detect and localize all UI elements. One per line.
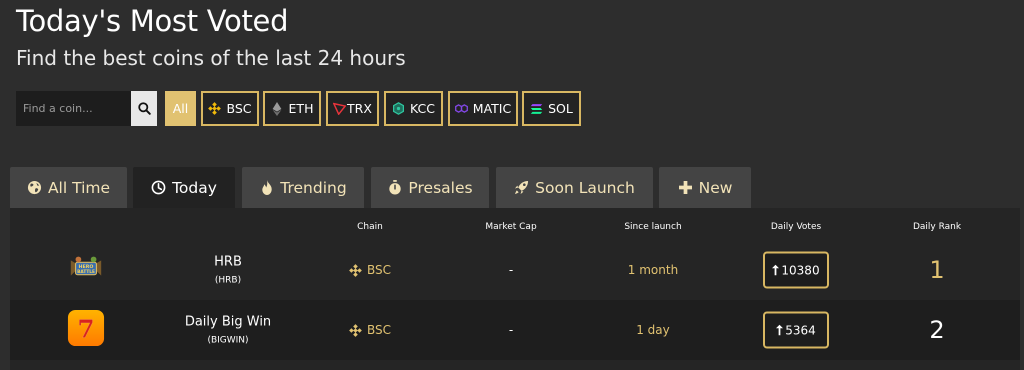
svg-text:BATTLE: BATTLE: [77, 269, 95, 275]
chain-label: BSC: [366, 263, 392, 277]
tab-label: Trending: [280, 178, 347, 197]
vote-count: 10380: [781, 263, 820, 277]
tab-today[interactable]: Today: [133, 167, 235, 208]
chain-label: TRX: [347, 101, 372, 116]
kcc-icon: [392, 102, 405, 115]
tab-presales[interactable]: Presales: [371, 167, 489, 208]
column-header-daily-votes: Daily Votes: [770, 222, 822, 232]
vote-count: 5364: [785, 323, 816, 337]
fire-icon: [259, 180, 274, 195]
coin-name[interactable]: HRB: [214, 255, 242, 270]
tab-new[interactable]: New: [659, 167, 751, 208]
table-row[interactable]: HERO BATTLE HRB (HRB) BSC - 1 month 1038…: [10, 240, 1020, 300]
chain-label: ETH: [288, 101, 314, 116]
arrow-up-icon: [772, 264, 780, 276]
bnb-icon: [349, 263, 362, 277]
bnb-icon: [208, 102, 222, 115]
arrow-up-icon: [776, 324, 784, 336]
chain-filter-kcc[interactable]: KCC: [384, 91, 443, 126]
since-launch: 1 month: [627, 263, 679, 277]
daily-rank: 1: [929, 256, 945, 284]
column-header-chain: Chain: [357, 222, 383, 232]
page-title: Today's Most Voted: [16, 4, 289, 38]
chain-label: BSC: [366, 323, 392, 337]
chain-filter-sol[interactable]: SOL: [522, 91, 581, 126]
tab-soon-launch[interactable]: Soon Launch: [496, 167, 653, 208]
search-input[interactable]: [16, 91, 131, 126]
chain-label: SOL: [548, 101, 573, 116]
rocket-icon: [514, 180, 529, 195]
market-cap: -: [508, 263, 514, 277]
vote-cell: 5364: [763, 311, 829, 349]
coin-name-cell: HRB (HRB): [214, 255, 242, 286]
big-win-777-logo: 7: [67, 309, 105, 351]
daily-rank: 2: [929, 316, 945, 344]
chain-label: KCC: [410, 101, 435, 116]
tron-icon: [333, 102, 347, 115]
column-header-daily-rank: Daily Rank: [912, 222, 962, 232]
clock-icon: [151, 180, 166, 195]
table-row[interactable]: 7 Daily Big Win (BIGWIN) BSC - 1 day 536…: [10, 300, 1020, 360]
vote-button[interactable]: 10380: [763, 251, 829, 289]
ethereum-icon: [271, 101, 284, 116]
search-icon: [137, 102, 151, 115]
hero-battle-logo: HERO BATTLE: [67, 249, 105, 291]
tab-label: Soon Launch: [535, 178, 635, 197]
tab-label: All Time: [47, 178, 111, 197]
chain-filter-all[interactable]: All: [165, 91, 196, 126]
coin-name[interactable]: Daily Big Win: [185, 315, 271, 330]
coins-table: Chain Market Cap Since launch Daily Vote…: [10, 208, 1020, 370]
tab-trending[interactable]: Trending: [242, 167, 364, 208]
search-button[interactable]: [131, 91, 157, 126]
plus-icon: [678, 180, 693, 195]
coin-symbol: (HRB): [214, 275, 242, 286]
chain-filter-eth[interactable]: ETH: [263, 91, 321, 126]
chain-filter-bsc[interactable]: BSC: [201, 91, 259, 126]
chain-label: All: [172, 101, 189, 116]
column-header-market-cap: Market Cap: [485, 222, 537, 232]
coin-name-cell: Daily Big Win (BIGWIN): [185, 315, 271, 346]
bnb-icon: [349, 323, 362, 337]
svg-text:7: 7: [77, 315, 94, 344]
tab-label: Today: [172, 178, 217, 197]
polygon-icon: [454, 102, 468, 115]
market-cap: -: [508, 323, 514, 337]
stopwatch-icon: [387, 180, 402, 195]
solana-icon: [530, 102, 543, 115]
chain-cell: BSC: [349, 263, 391, 277]
since-launch: 1 day: [636, 323, 670, 337]
globe-icon: [27, 180, 42, 195]
tab-label: Presales: [408, 178, 473, 197]
tab-label: New: [698, 178, 733, 197]
chain-cell: BSC: [349, 323, 391, 337]
search-bar: [16, 91, 157, 126]
vote-cell: 10380: [763, 251, 829, 289]
vote-button[interactable]: 5364: [763, 311, 829, 349]
chain-label: MATIC: [472, 101, 512, 116]
tab-all-time[interactable]: All Time: [10, 167, 127, 208]
chain-filter-matic[interactable]: MATIC: [448, 91, 518, 126]
chain-filter-trx[interactable]: TRX: [326, 91, 379, 126]
chain-label: BSC: [226, 101, 252, 116]
coin-symbol: (BIGWIN): [207, 335, 249, 346]
column-header-since-launch: Since launch: [624, 222, 682, 232]
page-subtitle: Find the best coins of the last 24 hours: [16, 46, 406, 70]
